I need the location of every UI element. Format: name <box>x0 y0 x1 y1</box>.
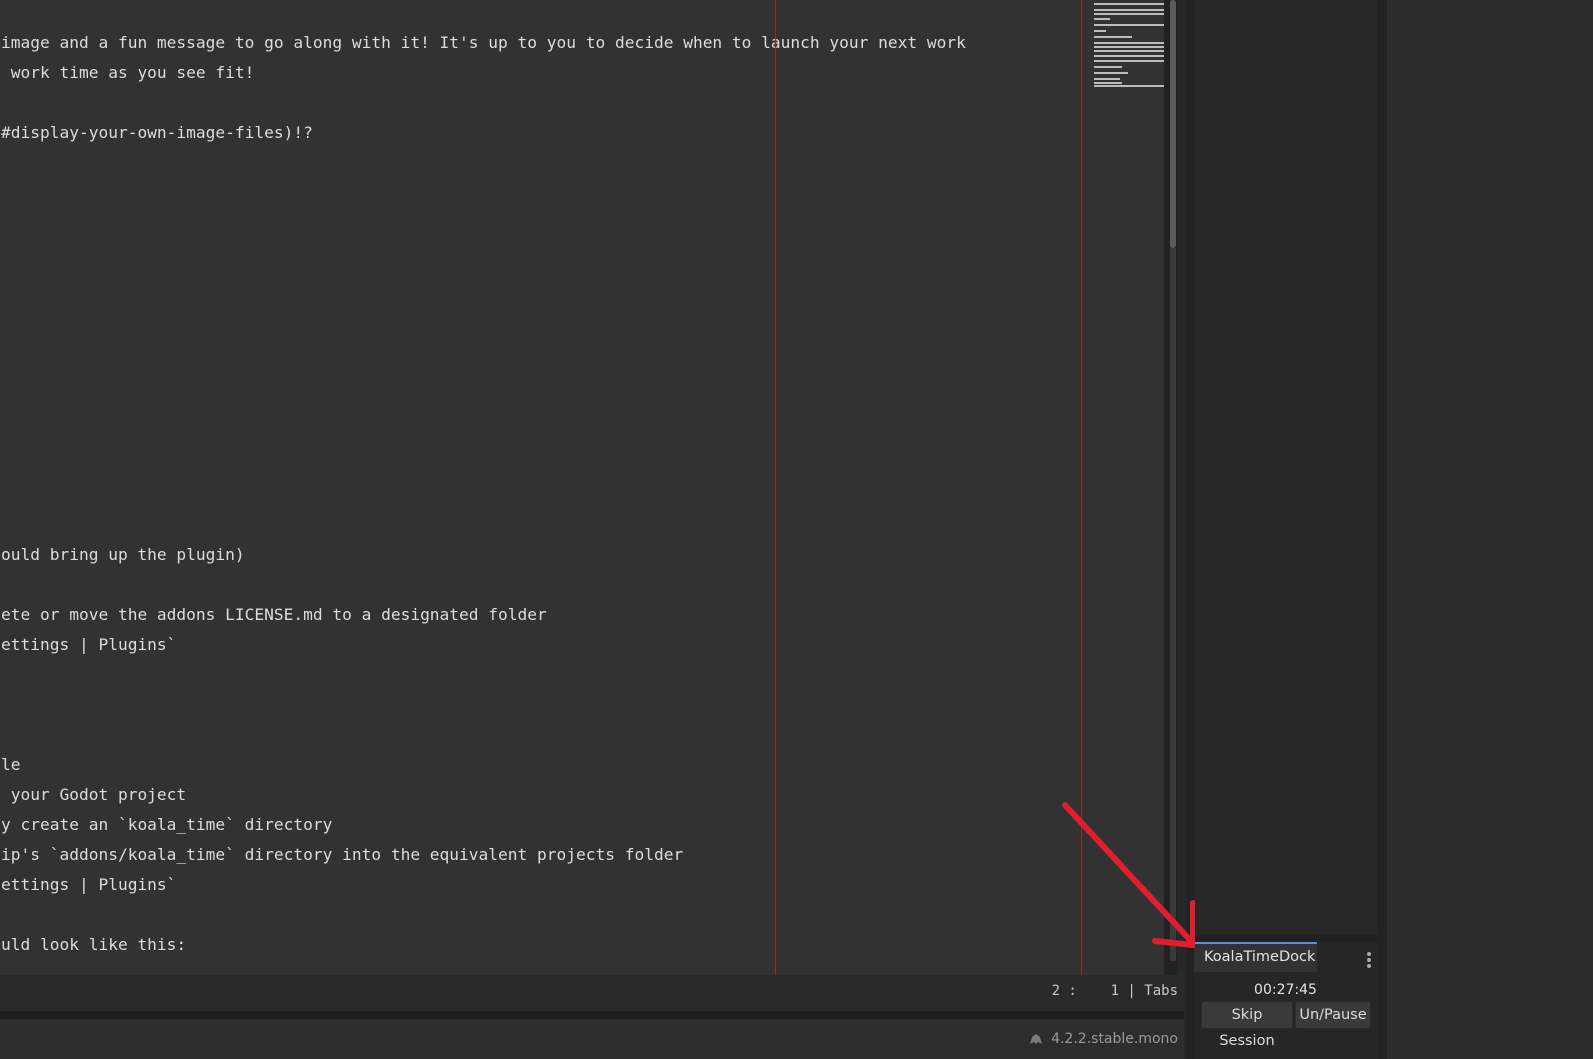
divider <box>0 1011 1184 1019</box>
code-line[interactable]: le <box>1 755 21 775</box>
code-line[interactable]: ettings | Plugins` <box>1 875 176 895</box>
dock-area-empty <box>1194 0 1377 935</box>
script-editor[interactable]: image and a fun message to go along with… <box>0 0 1164 975</box>
session-timer: 00:27:45 <box>1254 982 1317 998</box>
line-length-guide <box>775 0 776 975</box>
bottom-panel-bar: 4.2.2.stable.mono <box>0 1019 1184 1059</box>
tab-koala-time-dock[interactable]: KoalaTimeDock <box>1194 942 1317 972</box>
engine-version: 4.2.2.stable.mono <box>1029 1031 1178 1047</box>
skip-session-button[interactable]: Skip Session <box>1201 1001 1293 1049</box>
vertical-scrollbar[interactable] <box>1170 0 1176 248</box>
godot-icon <box>1030 1034 1043 1044</box>
code-line[interactable]: your Godot project <box>1 785 186 805</box>
code-minimap[interactable] <box>1094 0 1164 95</box>
koala-time-dock: KoalaTimeDock 00:27:45 Skip Session Un/P… <box>1194 942 1377 1059</box>
code-line[interactable]: y create an `koala_time` directory <box>1 815 332 835</box>
code-line[interactable]: ip's `addons/koala_time` directory into … <box>1 845 683 865</box>
code-line[interactable]: work time as you see fit! <box>1 63 255 83</box>
code-line[interactable]: ettings | Plugins` <box>1 635 176 655</box>
code-line[interactable]: ould bring up the plugin) <box>1 545 245 565</box>
dock-divider[interactable] <box>1377 0 1387 1059</box>
kebab-menu-icon[interactable] <box>1367 952 1371 970</box>
editor-status-bar: 2 : 1 | Tabs <box>0 975 1184 1011</box>
cursor-position: 2 : 1 | Tabs <box>1051 983 1178 999</box>
code-line[interactable]: ete or move the addons LICENSE.md to a d… <box>1 605 547 625</box>
unpause-button[interactable]: Un/Pause <box>1295 1001 1371 1029</box>
annotation-arrow-icon <box>1062 802 1195 948</box>
side-panel <box>1387 0 1593 1059</box>
code-line[interactable]: image and a fun message to go along with… <box>1 33 966 53</box>
code-line[interactable]: #display-your-own-image-files)!? <box>1 123 313 143</box>
code-line[interactable]: uld look like this: <box>1 935 186 955</box>
version-label: 4.2.2.stable.mono <box>1051 1031 1178 1047</box>
